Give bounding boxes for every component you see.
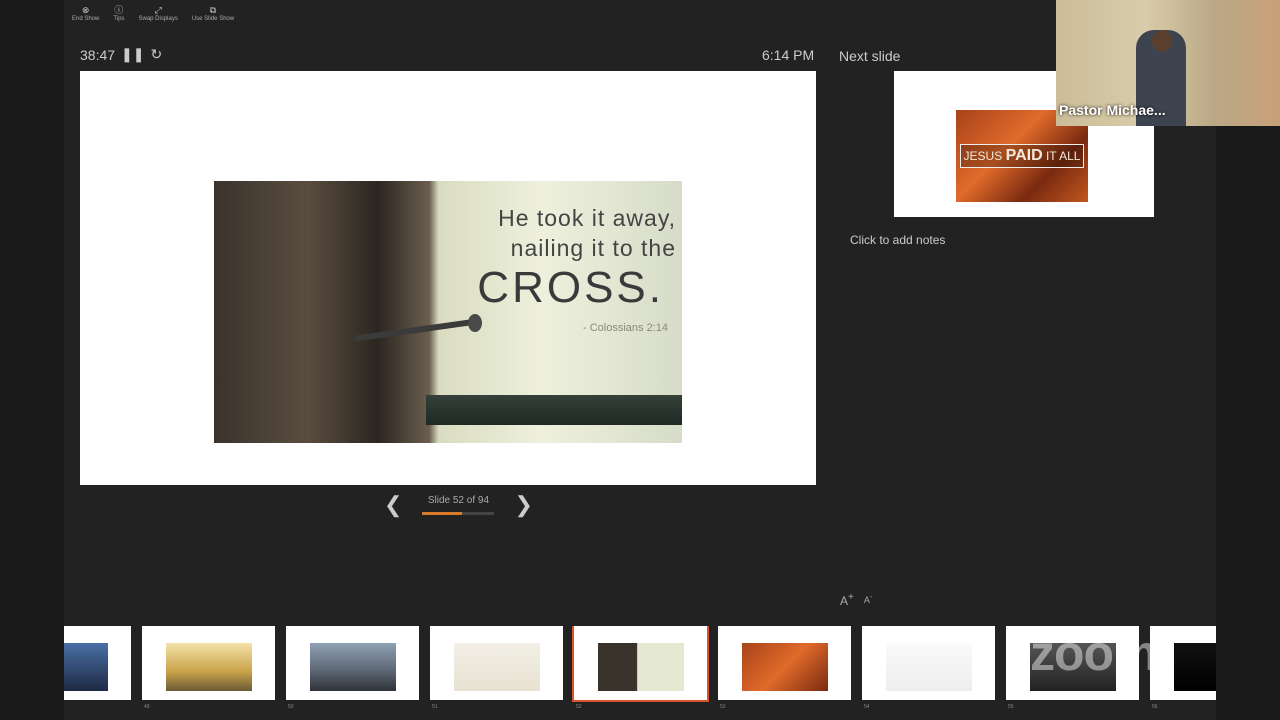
timer-value: 38:47 bbox=[80, 46, 116, 63]
next-slide-label: Next slide bbox=[839, 48, 901, 64]
thumbnail-number: 55 bbox=[1008, 704, 1014, 710]
notes-area[interactable]: Click to add notes bbox=[850, 233, 945, 247]
use-slide-show-button[interactable]: ⧉ Use Slide Show bbox=[192, 4, 234, 30]
slide-thumbnail[interactable]: 53 bbox=[718, 626, 851, 710]
slide-image: He took it away, nailing it to the CROSS… bbox=[214, 181, 682, 443]
water-band bbox=[426, 395, 682, 425]
end-show-icon: ⊗ bbox=[81, 5, 90, 15]
participant-video[interactable]: Pastor Michae... bbox=[1056, 0, 1280, 126]
verse-text: He took it away, nailing it to the bbox=[498, 203, 676, 263]
thumbnail-number: 56 bbox=[1152, 704, 1158, 710]
slide-thumbnail[interactable]: 49 bbox=[142, 626, 275, 710]
slide-navigation: ❮ Slide 52 of 94 ❯ bbox=[384, 492, 533, 518]
verse-line-1: He took it away, bbox=[498, 205, 676, 231]
verse-reference: - Colossians 2:14 bbox=[583, 322, 668, 334]
thumbnail-number: 49 bbox=[144, 704, 150, 710]
thumbnail-image bbox=[310, 643, 396, 691]
speaker-head bbox=[1152, 30, 1172, 52]
zoom-watermark: zoom bbox=[1030, 625, 1158, 681]
info-icon: ⓘ bbox=[114, 5, 124, 15]
font-size-controls: A+ A- bbox=[840, 592, 872, 608]
slide-counter: Slide 52 of 94 bbox=[422, 495, 495, 515]
slide-thumbnail[interactable]: 56 bbox=[1150, 626, 1216, 710]
thumbnail-image bbox=[886, 643, 972, 691]
thumbnail-image bbox=[166, 643, 252, 691]
pause-icon[interactable]: ❚❚ bbox=[121, 46, 144, 63]
previous-slide-icon[interactable]: ❮ bbox=[384, 492, 402, 518]
nail-head-shape bbox=[468, 314, 482, 332]
elapsed-timer: 38:47 ❚❚ ↻ bbox=[80, 46, 162, 63]
thumbnail-number: 51 bbox=[432, 704, 438, 710]
slide-thumbnail[interactable]: 54 bbox=[862, 626, 995, 710]
slide-thumbnail[interactable]: 52 bbox=[572, 626, 709, 710]
decrease-font-button[interactable]: A- bbox=[864, 592, 873, 608]
verse-line-3: CROSS. bbox=[477, 263, 664, 312]
swap-icon: ⤢ bbox=[154, 5, 162, 15]
slide-counter-label: Slide 52 of 94 bbox=[427, 495, 490, 506]
current-slide: He took it away, nailing it to the CROSS… bbox=[80, 71, 816, 485]
increase-font-button[interactable]: A+ bbox=[840, 592, 854, 608]
thumbnail-number: 53 bbox=[720, 704, 726, 710]
thumbnail-number: 52 bbox=[576, 704, 582, 710]
verse-line-2: nailing it to the bbox=[510, 235, 676, 261]
thumbnail-image bbox=[742, 643, 828, 691]
nail-shape bbox=[354, 318, 478, 342]
restart-icon[interactable]: ↻ bbox=[151, 46, 163, 63]
slide-progress-fill bbox=[422, 512, 463, 515]
slide-progress-bar bbox=[422, 512, 495, 515]
presenter-toolbar: ⊗ End Show ⓘ Tips ⤢ Swap Displays ⧉ Use Slid… bbox=[72, 4, 234, 30]
slideshow-icon: ⧉ bbox=[209, 5, 217, 15]
slide-thumbnail[interactable]: 51 bbox=[430, 626, 563, 710]
tips-button[interactable]: ⓘ Tips bbox=[113, 4, 124, 30]
thumbnail-number: 50 bbox=[288, 704, 294, 710]
slide-thumbnail[interactable]: 50 bbox=[286, 626, 419, 710]
current-time: 6:14 PM bbox=[762, 47, 815, 63]
slide-thumbnail[interactable]: 48 bbox=[64, 626, 131, 700]
thumbnail-image bbox=[454, 643, 540, 691]
participant-name: Pastor Michae... bbox=[1059, 102, 1166, 118]
swap-displays-button[interactable]: ⤢ Swap Displays bbox=[138, 4, 177, 30]
thumbnail-image bbox=[598, 643, 684, 691]
next-slide-title: JESUS PAID IT ALL bbox=[959, 144, 1085, 168]
thumbnail-number: 54 bbox=[864, 704, 870, 710]
end-show-button[interactable]: ⊗ End Show bbox=[72, 4, 99, 30]
thumbnail-image bbox=[1174, 643, 1216, 691]
thumbnail-image bbox=[64, 643, 108, 691]
next-slide-icon[interactable]: ❯ bbox=[514, 492, 532, 518]
